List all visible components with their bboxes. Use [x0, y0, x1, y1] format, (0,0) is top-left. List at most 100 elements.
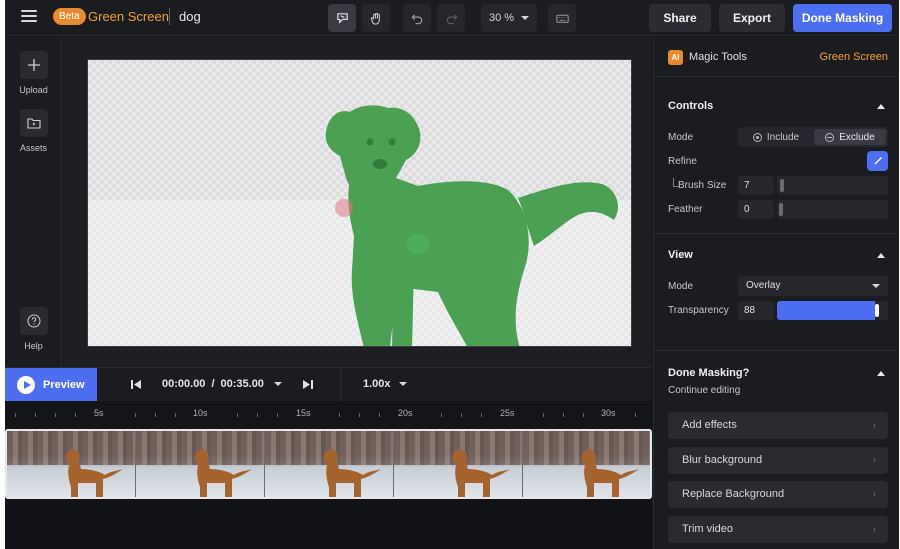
brush-size-input[interactable]: 7 — [738, 176, 774, 195]
feather-input[interactable]: 0 — [738, 200, 774, 219]
view-mode-value: Overlay — [746, 280, 781, 291]
chevron-down-icon — [521, 16, 530, 20]
brush-size-slider[interactable] — [777, 176, 888, 195]
playback-bar: Preview 00:00.00 / 00:35.00 1.00x — [5, 367, 652, 402]
ruler-tick — [635, 413, 636, 417]
ruler-label: 10s — [193, 408, 208, 418]
keyboard-shortcuts-button[interactable] — [548, 4, 576, 32]
upload-button[interactable]: Upload — [5, 51, 62, 95]
video-thumbnail — [523, 431, 650, 497]
speed-select[interactable]: 1.00x — [363, 378, 407, 390]
ai-badge: AI — [668, 50, 683, 65]
mask-tool-button[interactable] — [328, 4, 356, 32]
mask-tool-icon — [336, 12, 348, 24]
ruler-tick — [461, 413, 462, 417]
trim-video-button[interactable]: Trim video › — [668, 516, 888, 543]
undo-button[interactable] — [403, 4, 431, 32]
transparency-input[interactable]: 88 — [738, 301, 774, 320]
controls-section-title: Controls — [668, 100, 714, 112]
action-label: Replace Background — [682, 488, 785, 500]
transparency-label: Transparency — [668, 305, 729, 316]
video-thumbnail — [136, 431, 265, 497]
replace-background-button[interactable]: Replace Background › — [668, 481, 888, 508]
video-track[interactable] — [5, 429, 652, 499]
document-name[interactable]: dog — [179, 9, 201, 24]
ruler-tick — [257, 413, 258, 417]
done-section-title: Done Masking? — [668, 367, 750, 379]
preview-button[interactable]: Preview — [5, 368, 97, 402]
refine-brush-button[interactable] — [867, 151, 888, 171]
timeline-empty-area — [5, 499, 652, 549]
done-masking-button[interactable]: Done Masking — [793, 4, 892, 32]
total-time: 00:35.00 — [220, 378, 264, 390]
magic-tools-panel: AI Magic Tools Green Screen Controls Mod… — [653, 37, 899, 549]
current-time: 00:00.00 — [162, 378, 206, 390]
skip-to-start-icon[interactable] — [130, 379, 142, 390]
preview-label: Preview — [43, 379, 85, 391]
time-separator: / — [211, 378, 215, 390]
ruler-tick — [543, 413, 544, 417]
top-bar: Beta Green Screen dog 30 % Share Export … — [5, 0, 899, 36]
collapse-controls-icon[interactable] — [877, 104, 885, 109]
transport-controls: 00:00.00 / 00:35.00 — [130, 378, 314, 390]
chevron-right-icon: › — [872, 524, 876, 535]
ruler-tick — [563, 413, 564, 417]
divider — [340, 368, 341, 402]
folder-icon — [26, 118, 41, 129]
app-title: Green Screen — [88, 9, 169, 24]
keyboard-icon — [555, 14, 569, 23]
video-thumbnail — [394, 431, 523, 497]
refine-label: Refine — [668, 156, 697, 167]
ruler-tick — [75, 413, 76, 417]
assets-button[interactable]: Assets — [5, 109, 62, 153]
add-effects-button[interactable]: Add effects › — [668, 412, 888, 439]
play-icon — [17, 376, 35, 394]
action-label: Add effects — [682, 419, 737, 431]
feather-slider[interactable] — [777, 200, 888, 219]
exclude-option[interactable]: Exclude — [814, 129, 886, 145]
divider — [654, 233, 899, 234]
view-mode-label: Mode — [668, 281, 694, 292]
zoom-value: 30 % — [488, 12, 515, 24]
ruler-tick — [583, 413, 584, 417]
mode-toggle: Include Exclude — [738, 127, 888, 147]
video-thumbnail — [265, 431, 394, 497]
include-option[interactable]: Include — [740, 129, 812, 145]
collapse-view-icon[interactable] — [877, 253, 885, 258]
ruler-tick — [55, 413, 56, 417]
view-mode-select[interactable]: Overlay — [738, 276, 888, 296]
help-button[interactable]: Help — [5, 307, 62, 351]
slider-handle[interactable] — [780, 179, 785, 192]
divider — [654, 350, 899, 351]
chevron-down-icon — [872, 284, 880, 288]
ruler-tick — [441, 413, 442, 417]
zoom-select[interactable]: 30 % — [481, 4, 537, 32]
assets-icon-box — [19, 109, 48, 137]
ruler-label: 25s — [500, 408, 515, 418]
slider-handle[interactable] — [874, 304, 879, 317]
transparency-slider[interactable] — [777, 301, 888, 320]
view-section-title: View — [668, 249, 693, 261]
timeline-ruler[interactable]: 5s 10s 15s 20s 25s 30s — [5, 401, 652, 428]
panel-mode-tag[interactable]: Green Screen — [820, 51, 888, 63]
redo-button[interactable] — [437, 4, 465, 32]
hand-tool-button[interactable] — [362, 4, 390, 32]
ruler-tick — [359, 413, 360, 417]
speed-value: 1.00x — [363, 378, 391, 390]
collapse-done-icon[interactable] — [877, 371, 885, 376]
ruler-tick — [15, 413, 16, 417]
title-divider — [169, 8, 170, 25]
continue-editing-label: Continue editing — [668, 385, 741, 396]
slider-handle[interactable] — [779, 203, 783, 216]
share-button[interactable]: Share — [649, 4, 711, 32]
export-button[interactable]: Export — [719, 4, 785, 32]
chevron-down-icon[interactable] — [273, 382, 282, 386]
skip-to-end-icon[interactable] — [302, 379, 314, 390]
ruler-label: 5s — [94, 408, 104, 418]
chevron-right-icon: › — [872, 420, 876, 431]
redo-icon — [446, 13, 458, 24]
video-canvas[interactable] — [87, 59, 632, 347]
video-thumbnail — [7, 431, 136, 497]
menu-icon[interactable] — [21, 10, 37, 24]
blur-background-button[interactable]: Blur background › — [668, 447, 888, 474]
